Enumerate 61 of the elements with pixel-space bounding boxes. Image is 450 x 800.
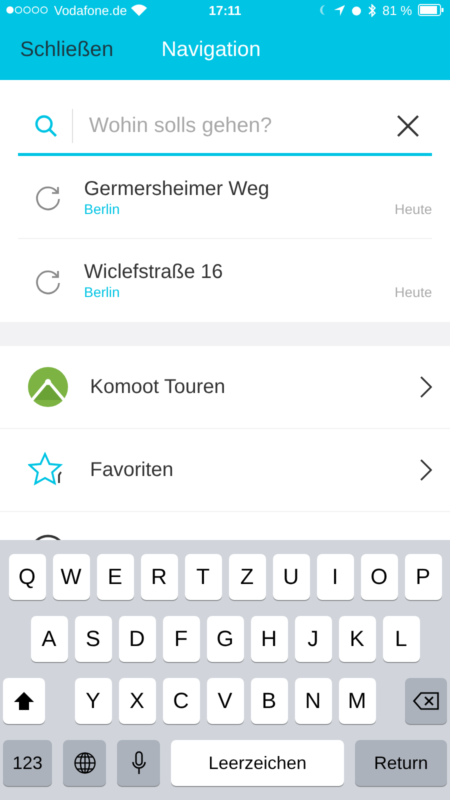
close-button[interactable]: Schließen (20, 38, 114, 62)
carrier-name: Vodafone.de (54, 2, 128, 18)
letter-key[interactable]: C (162, 678, 200, 724)
letter-key[interactable]: E (96, 554, 134, 600)
search-icon (34, 114, 58, 138)
letter-key[interactable]: O (360, 554, 398, 600)
letter-key[interactable]: Y (74, 678, 112, 724)
letter-key[interactable]: T (184, 554, 222, 600)
numbers-key[interactable]: 123 (3, 740, 52, 786)
letter-key[interactable]: Q (8, 554, 46, 600)
battery-icon (418, 4, 444, 16)
letter-key[interactable]: A (30, 616, 68, 662)
letter-key[interactable]: Z (228, 554, 266, 600)
chevron-icon (420, 459, 432, 481)
letter-key[interactable]: B (250, 678, 288, 724)
microphone-key[interactable] (117, 740, 160, 786)
globe-icon (74, 752, 96, 774)
letter-key[interactable]: H (250, 616, 288, 662)
microphone-icon (132, 751, 146, 775)
letter-key[interactable]: D (118, 616, 156, 662)
letter-key[interactable]: F (162, 616, 200, 662)
letter-key[interactable]: U (272, 554, 310, 600)
space-key[interactable]: Leerzeichen (171, 740, 344, 786)
battery-percentage: 81 % (382, 2, 412, 18)
place-name[interactable]: Germersheimer Weg (84, 178, 432, 200)
letter-key[interactable]: V (206, 678, 244, 724)
letter-key[interactable]: W (52, 554, 90, 600)
visit-date: Heute (394, 200, 432, 216)
location-arrow-icon (334, 4, 346, 16)
shift-key[interactable] (3, 678, 45, 724)
alarm-icon (351, 4, 362, 16)
menu-item[interactable]: Favoriten (90, 458, 398, 482)
mountain-logo-icon (28, 367, 68, 407)
letter-key[interactable]: R (140, 554, 178, 600)
letter-key[interactable]: N (294, 678, 332, 724)
screen-title: Navigation (161, 38, 261, 62)
chevron-icon (420, 376, 432, 398)
letter-key[interactable]: M (338, 678, 376, 724)
city-name: Berlin (84, 200, 120, 216)
signal-icon (6, 6, 50, 14)
wifi-icon (131, 4, 148, 16)
globe-key[interactable] (63, 740, 106, 786)
return-key[interactable]: Return (355, 740, 447, 786)
place-name[interactable]: Wiclefstraße 16 (84, 261, 432, 284)
bluetooth-icon (368, 4, 376, 16)
visit-date: Heute (394, 284, 432, 300)
backspace-key[interactable] (405, 678, 447, 724)
letter-key[interactable]: L (382, 616, 420, 662)
letter-key[interactable]: S (74, 616, 112, 662)
backspace-icon (413, 692, 439, 710)
clear-button[interactable] (396, 114, 420, 138)
letter-key[interactable]: X (118, 678, 156, 724)
menu-item[interactable]: Komoot Touren (90, 376, 398, 398)
letter-key[interactable]: K (338, 616, 376, 662)
letter-key[interactable]: G (206, 616, 244, 662)
letter-key[interactable]: P (404, 554, 442, 600)
letter-key[interactable]: I (316, 554, 354, 600)
city-name: Berlin (84, 284, 120, 300)
shift-icon (14, 692, 34, 710)
clock-time: 17:11 (208, 2, 242, 18)
letter-key[interactable]: J (294, 616, 332, 662)
